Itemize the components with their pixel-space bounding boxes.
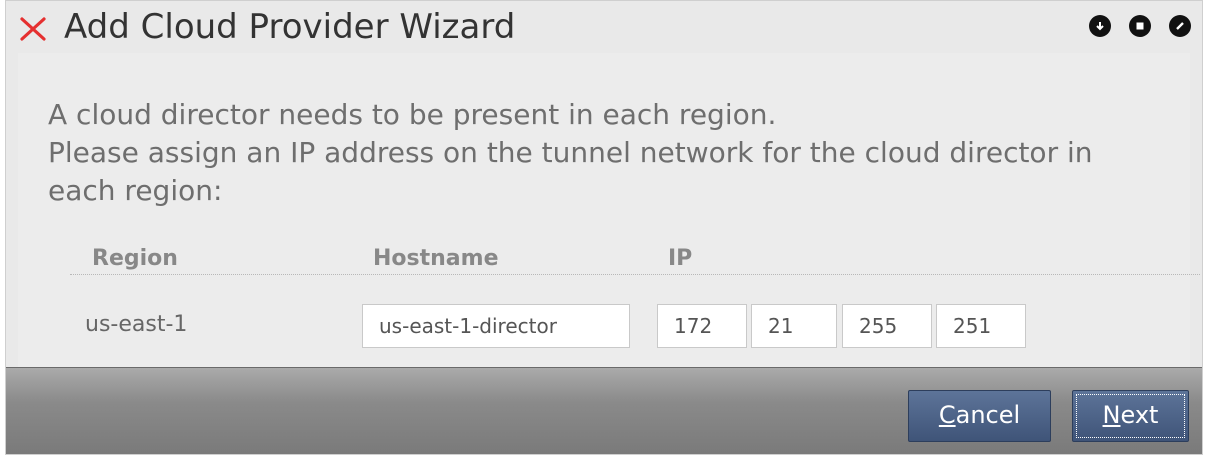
cancel-button[interactable]: Cancel	[908, 390, 1051, 442]
intro-line-2: Please assign an IP address on the tunne…	[48, 136, 1093, 169]
maximize-icon[interactable]	[1129, 15, 1151, 37]
title-bar[interactable]: Add Cloud Provider Wizard	[6, 1, 1202, 53]
ip-octet-1-input[interactable]: 172	[657, 304, 747, 348]
window-title: Add Cloud Provider Wizard	[64, 7, 516, 47]
ip-octet-2-input[interactable]: 21	[751, 304, 837, 348]
wizard-window: Add Cloud Provider Wizard	[5, 0, 1203, 455]
column-header-hostname: Hostname	[373, 246, 499, 271]
next-mnemonic: N	[1102, 401, 1121, 429]
next-button[interactable]: Next	[1072, 390, 1189, 442]
cancel-mnemonic: C	[938, 401, 956, 429]
intro-line-3: each region:	[48, 174, 223, 207]
next-label: ext	[1120, 401, 1159, 429]
column-header-region: Region	[92, 246, 178, 271]
cancel-label: ancel	[955, 401, 1021, 429]
intro-line-1: A cloud director needs to be present in …	[48, 98, 777, 131]
app-x-icon	[20, 17, 46, 41]
minimize-icon[interactable]	[1089, 15, 1111, 37]
ip-octet-3-input[interactable]: 255	[842, 304, 932, 348]
intro-text: A cloud director needs to be present in …	[48, 96, 1148, 210]
header-divider	[70, 274, 1200, 275]
ip-octet-4-input[interactable]: 251	[936, 304, 1026, 348]
region-value: us-east-1	[85, 312, 188, 337]
close-icon[interactable]	[1169, 15, 1191, 37]
column-header-ip: IP	[668, 246, 693, 271]
hostname-input[interactable]: us-east-1-director	[362, 304, 630, 348]
